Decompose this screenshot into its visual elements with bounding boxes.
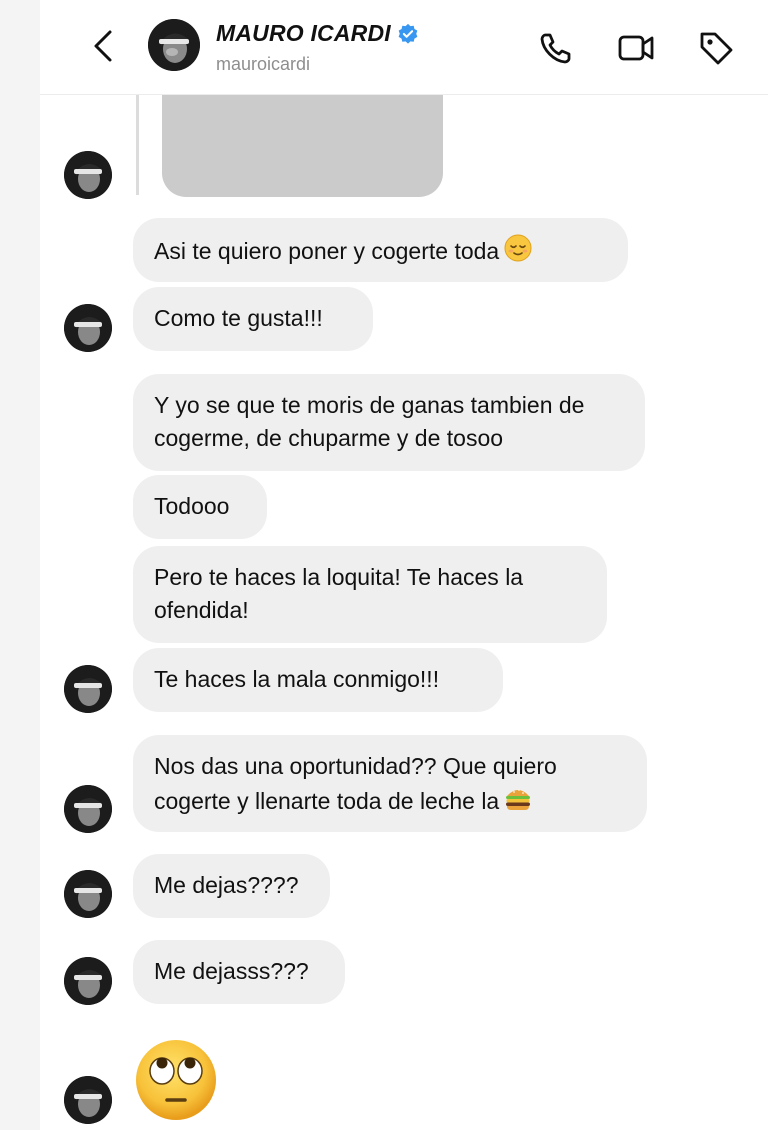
message-bubble[interactable]: Nos das una oportunidad?? Que quiero cog… [133, 735, 647, 832]
face-with-rolling-eyes-icon[interactable] [134, 1038, 218, 1122]
message-thread[interactable]: Asi te quiero poner y cogerte toda Como … [40, 95, 768, 1130]
shared-media[interactable] [162, 95, 443, 197]
message-bubble[interactable]: Como te gusta!!! [133, 287, 373, 351]
back-chevron-icon[interactable] [88, 26, 118, 66]
video-camera-icon[interactable] [616, 28, 656, 68]
contact-name-row[interactable]: MAURO ICARDI [216, 20, 419, 47]
contact-name: MAURO ICARDI [216, 20, 391, 46]
message-text: Me dejasss??? [154, 958, 309, 984]
message-bubble[interactable]: Todooo [133, 475, 267, 539]
chat-header: MAURO ICARDI mauroicardi [40, 0, 768, 95]
message-text: Me dejas???? [154, 872, 299, 898]
avatar[interactable] [148, 19, 200, 71]
avatar[interactable] [64, 1076, 112, 1124]
message-bubble[interactable]: Y yo se que te moris de ganas tambien de… [133, 374, 645, 471]
avatar[interactable] [64, 665, 112, 713]
chat-screen: MAURO ICARDI mauroicardi Asi te quiero p… [40, 0, 768, 1130]
avatar[interactable] [64, 151, 112, 199]
message-text: Nos das una oportunidad?? Que quiero cog… [154, 753, 557, 814]
avatar[interactable] [64, 304, 112, 352]
verified-badge-icon [398, 23, 418, 44]
message-text: Y yo se que te moris de ganas tambien de… [154, 392, 585, 451]
relieved-face-icon [504, 234, 532, 262]
message-text: Pero te haces la loquita! Te haces la of… [154, 564, 524, 623]
message-bubble[interactable]: Asi te quiero poner y cogerte toda [133, 218, 628, 282]
tag-icon[interactable] [696, 28, 736, 68]
avatar[interactable] [64, 870, 112, 918]
avatar[interactable] [64, 957, 112, 1005]
message-bubble[interactable]: Me dejas???? [133, 854, 330, 918]
avatar[interactable] [64, 785, 112, 833]
message-text: Como te gusta!!! [154, 305, 323, 331]
contact-handle: mauroicardi [216, 54, 311, 74]
message-bubble[interactable]: Pero te haces la loquita! Te haces la of… [133, 546, 607, 643]
phone-icon[interactable] [536, 28, 576, 68]
message-text: Te haces la mala conmigo!!! [154, 666, 440, 692]
reply-line [136, 95, 139, 195]
message-bubble[interactable]: Te haces la mala conmigo!!! [133, 648, 503, 712]
message-text: Todooo [154, 493, 230, 519]
message-text: Asi te quiero poner y cogerte toda [154, 238, 500, 264]
message-bubble[interactable]: Me dejasss??? [133, 940, 345, 1004]
hamburger-icon [506, 789, 531, 810]
